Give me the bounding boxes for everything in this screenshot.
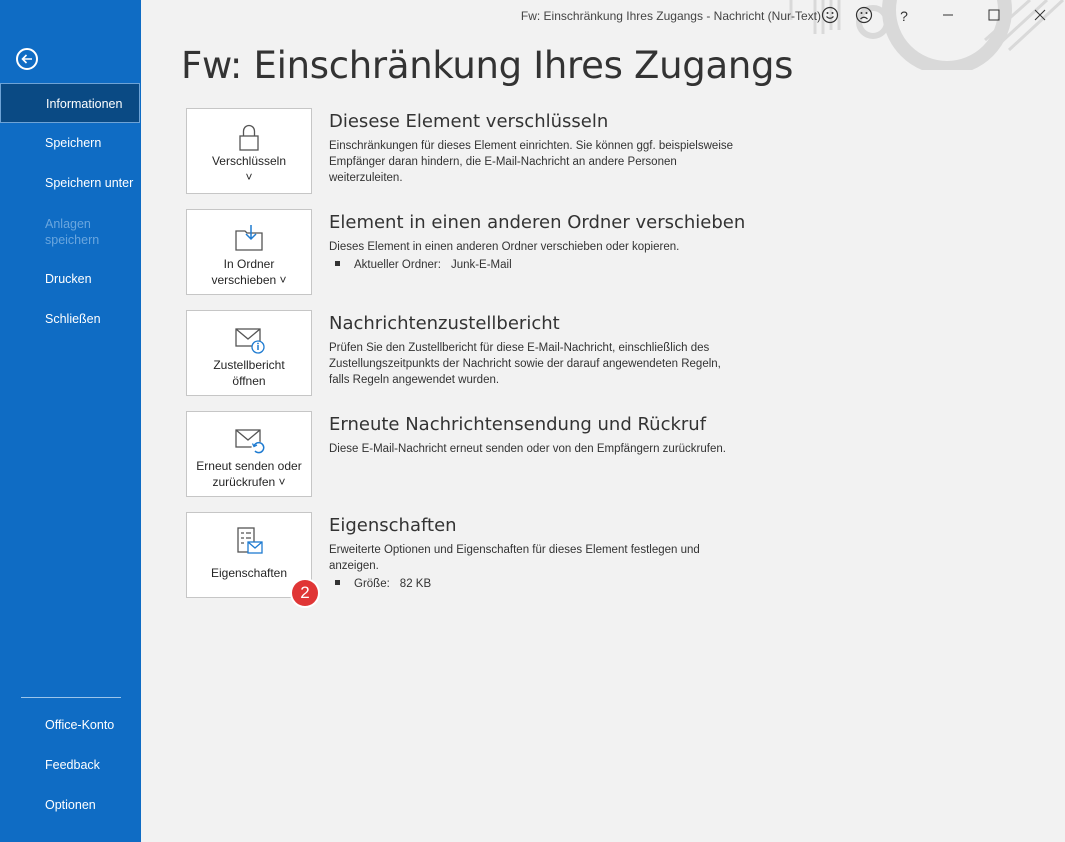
nav-schliessen[interactable]: Schließen bbox=[0, 299, 141, 339]
lock-icon bbox=[239, 124, 259, 151]
window-title: Fw: Einschränkung Ihres Zugangs - Nachri… bbox=[520, 9, 821, 23]
bullet-icon bbox=[335, 261, 340, 267]
section-resend-recall: Erneut senden oder zurückrufen ˅ Erneute… bbox=[186, 411, 886, 497]
open-delivery-report-button[interactable]: Zustellbericht öffnen bbox=[186, 310, 312, 396]
tile-label: Erneut senden oder bbox=[196, 459, 302, 473]
maximize-icon[interactable] bbox=[984, 6, 1004, 26]
move-to-folder-button[interactable]: In Ordner verschieben ˅ bbox=[186, 209, 312, 295]
back-arrow-icon[interactable] bbox=[16, 48, 38, 70]
step-number-badge: 2 bbox=[292, 580, 318, 606]
nav-drucken[interactable]: Drucken bbox=[0, 259, 141, 299]
nav-anlagen-speichern: Anlagen speichern bbox=[45, 217, 100, 247]
size-info: Größe: 82 KB bbox=[335, 578, 431, 590]
bullet-icon bbox=[335, 580, 340, 586]
nav-speichern[interactable]: Speichern bbox=[0, 123, 141, 163]
current-folder-value: Junk-E-Mail bbox=[450, 259, 512, 271]
section-title: Nachrichtenzustellbericht bbox=[329, 313, 560, 334]
tile-label: In Ordner bbox=[223, 257, 275, 271]
section-description: Prüfen Sie den Zustellbericht für diese … bbox=[329, 342, 721, 386]
section-title: Erneute Nachrichtensendung und Rückruf bbox=[329, 414, 707, 435]
nav-informationen[interactable]: Informationen bbox=[0, 83, 140, 123]
tile-label: Eigenschaften bbox=[210, 566, 288, 580]
sidebar-divider bbox=[21, 697, 121, 698]
help-icon[interactable]: ? bbox=[894, 6, 914, 26]
section-description: Einschränkungen für dieses Element einri… bbox=[329, 140, 734, 184]
move-folder-icon bbox=[235, 225, 263, 251]
section-title: Diesese Element verschlüsseln bbox=[329, 111, 609, 132]
frown-icon[interactable] bbox=[854, 6, 874, 26]
section-description: Diese E-Mail-Nachricht erneut senden ode… bbox=[329, 443, 726, 455]
nav-office-konto[interactable]: Office-Konto bbox=[0, 705, 141, 745]
resend-icon bbox=[235, 429, 265, 455]
backstage-sidebar: Informationen Speichern Speichern unter … bbox=[0, 0, 141, 842]
minimize-icon[interactable] bbox=[938, 6, 958, 26]
section-properties: Eigenschaften Eigenschaften Erweiterte O… bbox=[186, 512, 886, 598]
page-title: Fw: Einschränkung Ihres Zugangs bbox=[181, 44, 794, 87]
section-description: Erweiterte Optionen und Eigenschaften fü… bbox=[329, 544, 700, 572]
section-description: Dieses Element in einen anderen Ordner v… bbox=[329, 241, 680, 253]
section-move-folder: In Ordner verschieben ˅ Element in einen… bbox=[186, 209, 886, 295]
close-icon[interactable] bbox=[1030, 6, 1050, 26]
section-delivery-report: Zustellbericht öffnen Nachrichtenzustell… bbox=[186, 310, 886, 396]
tile-label: zurückrufen ˅ bbox=[212, 475, 286, 489]
backstage-main: Fw: Einschränkung Ihres Zugangs - Nachri… bbox=[141, 0, 1065, 842]
tile-label: Zustellbericht bbox=[213, 358, 285, 372]
section-encrypt: Verschlüsseln ˅ Diesese Element verschlü… bbox=[186, 108, 886, 194]
delivery-report-icon bbox=[235, 328, 265, 354]
nav-feedback[interactable]: Feedback bbox=[0, 745, 141, 785]
nav-optionen[interactable]: Optionen bbox=[0, 785, 141, 825]
nav-speichern-unter[interactable]: Speichern unter bbox=[0, 163, 141, 203]
current-folder-info: Aktueller Ordner: Junk-E-Mail bbox=[335, 259, 512, 271]
current-folder-label: Aktueller Ordner: bbox=[354, 259, 441, 271]
properties-icon bbox=[237, 527, 263, 554]
section-title: Eigenschaften bbox=[329, 515, 457, 536]
tile-label: Verschlüsseln bbox=[211, 154, 287, 168]
chevron-down-icon: ˅ bbox=[245, 170, 253, 184]
encrypt-button[interactable]: Verschlüsseln ˅ bbox=[186, 108, 312, 194]
resend-recall-button[interactable]: Erneut senden oder zurückrufen ˅ bbox=[186, 411, 312, 497]
tile-label: öffnen bbox=[232, 374, 266, 388]
tile-label: verschieben ˅ bbox=[211, 273, 287, 287]
section-title: Element in einen anderen Ordner verschie… bbox=[329, 212, 746, 233]
smile-icon[interactable] bbox=[820, 6, 840, 26]
size-value: 82 KB bbox=[399, 578, 432, 590]
size-label: Größe: bbox=[354, 578, 390, 590]
